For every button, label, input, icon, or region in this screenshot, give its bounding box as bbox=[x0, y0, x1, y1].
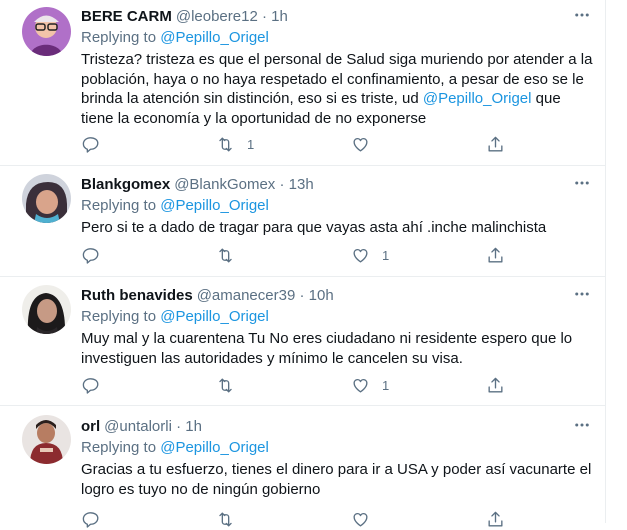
display-name[interactable]: Blankgomex bbox=[81, 176, 170, 193]
retweet-arrows-icon bbox=[219, 511, 232, 527]
tweet-item[interactable]: Blankgomex @BlankGomex · 13h Replying to … bbox=[0, 166, 605, 277]
avatar[interactable] bbox=[22, 174, 71, 223]
timestamp[interactable]: 1h bbox=[271, 8, 288, 25]
tweet-header: Blankgomex @BlankGomex · 13h bbox=[81, 174, 593, 196]
retweet-button[interactable] bbox=[216, 508, 247, 530]
like-button[interactable]: 1 bbox=[351, 374, 389, 396]
reply-button[interactable] bbox=[81, 244, 112, 266]
tweet-text: Pero si te a dado de tragar para que vay… bbox=[81, 219, 547, 236]
share-button[interactable] bbox=[486, 244, 505, 266]
heart-outline-icon bbox=[353, 248, 368, 263]
retweet-count: 1 bbox=[247, 136, 255, 152]
like-button[interactable] bbox=[351, 133, 382, 155]
share-button[interactable] bbox=[486, 508, 505, 530]
user-handle[interactable]: @BlankGomex bbox=[174, 176, 275, 193]
tweet-item[interactable]: Ruth benavides @amanecer39 · 10h Replying… bbox=[0, 277, 605, 406]
tweet-actions: 1 bbox=[81, 244, 521, 266]
retweet-arrows-icon bbox=[219, 136, 232, 152]
retweet-button[interactable] bbox=[216, 244, 247, 266]
tweet-actions bbox=[81, 508, 521, 530]
separator: · bbox=[279, 176, 285, 193]
more-horizontal-icon[interactable] bbox=[571, 172, 593, 194]
avatar[interactable] bbox=[22, 7, 71, 56]
tweet-item[interactable]: BERE CARM @leobere12 · 1h Replying to @Pe… bbox=[0, 0, 605, 166]
timestamp[interactable]: 1h bbox=[185, 418, 202, 435]
share-upload-icon bbox=[488, 247, 503, 263]
timestamp[interactable]: 10h bbox=[309, 287, 334, 304]
avatar[interactable] bbox=[22, 285, 71, 334]
retweet-arrows-icon bbox=[219, 247, 232, 263]
like-count: 1 bbox=[382, 377, 390, 393]
like-button[interactable]: 1 bbox=[351, 244, 389, 266]
inline-mention-link[interactable]: @Pepillo_Origel bbox=[423, 90, 532, 107]
share-button[interactable] bbox=[486, 374, 505, 396]
heart-outline-icon bbox=[353, 512, 368, 527]
reply-bubble-icon bbox=[82, 377, 99, 394]
share-upload-icon bbox=[488, 377, 503, 393]
tweet-item[interactable]: orl @untalorli · 1h Replying to @Pepillo_… bbox=[0, 406, 605, 528]
user-handle[interactable]: @untalorli bbox=[104, 418, 172, 435]
reply-bubble-icon bbox=[82, 136, 99, 153]
tweet-actions: 1 bbox=[81, 374, 521, 396]
user-handle[interactable]: @leobere12 bbox=[176, 8, 258, 25]
tweet-text: Gracias a tu esfuerzo, tienes el dinero … bbox=[81, 461, 592, 498]
like-button[interactable] bbox=[351, 508, 382, 530]
share-upload-icon bbox=[488, 511, 503, 527]
retweet-button[interactable]: 1 bbox=[216, 133, 254, 155]
replying-to-label: Replying to bbox=[81, 197, 157, 214]
reply-button[interactable] bbox=[81, 133, 112, 155]
retweet-arrows-icon bbox=[219, 377, 232, 393]
user-handle[interactable]: @amanecer39 bbox=[197, 287, 296, 304]
replying-to-label: Replying to bbox=[81, 439, 157, 456]
reply-mention-link[interactable]: @Pepillo_Origel bbox=[160, 439, 269, 456]
tweet-header: BERE CARM @leobere12 · 1h bbox=[81, 6, 593, 28]
like-count: 1 bbox=[382, 247, 390, 263]
timeline-right-border bbox=[605, 0, 606, 523]
display-name[interactable]: BERE CARM bbox=[81, 8, 172, 25]
separator: · bbox=[261, 8, 267, 25]
separator: · bbox=[299, 287, 305, 304]
avatar[interactable] bbox=[22, 415, 71, 464]
tweet-header: orl @untalorli · 1h bbox=[81, 416, 593, 438]
replying-to: Replying to @Pepillo_Origel bbox=[81, 438, 593, 458]
reply-button[interactable] bbox=[81, 374, 112, 396]
separator: · bbox=[176, 418, 182, 435]
replying-to: Replying to @Pepillo_Origel bbox=[81, 196, 593, 216]
tweet-header: Ruth benavides @amanecer39 · 10h bbox=[81, 285, 593, 307]
more-horizontal-icon[interactable] bbox=[571, 414, 593, 436]
tweet-text: Tristeza? tristeza es que el personal de… bbox=[81, 50, 593, 128]
tweet-actions: 1 bbox=[81, 133, 521, 155]
more-horizontal-icon[interactable] bbox=[571, 4, 593, 26]
reply-mention-link[interactable]: @Pepillo_Origel bbox=[160, 197, 269, 214]
replying-to-label: Replying to bbox=[81, 29, 157, 46]
reply-button[interactable] bbox=[81, 508, 112, 530]
retweet-button[interactable] bbox=[216, 374, 247, 396]
reply-mention-link[interactable]: @Pepillo_Origel bbox=[160, 29, 269, 46]
more-horizontal-icon[interactable] bbox=[571, 283, 593, 305]
share-button[interactable] bbox=[486, 133, 505, 155]
reply-bubble-icon bbox=[82, 511, 99, 528]
replying-to: Replying to @Pepillo_Origel bbox=[81, 28, 593, 48]
display-name[interactable]: Ruth benavides bbox=[81, 287, 193, 304]
display-name[interactable]: orl bbox=[81, 418, 100, 435]
tweet-text: Muy mal y la cuarentena Tu No eres ciuda… bbox=[81, 330, 573, 367]
share-upload-icon bbox=[488, 136, 503, 152]
timestamp[interactable]: 13h bbox=[289, 176, 314, 193]
replying-to: Replying to @Pepillo_Origel bbox=[81, 307, 593, 327]
heart-outline-icon bbox=[353, 137, 368, 152]
reply-bubble-icon bbox=[82, 247, 99, 264]
reply-mention-link[interactable]: @Pepillo_Origel bbox=[160, 308, 269, 325]
heart-outline-icon bbox=[353, 378, 368, 393]
replying-to-label: Replying to bbox=[81, 308, 157, 325]
